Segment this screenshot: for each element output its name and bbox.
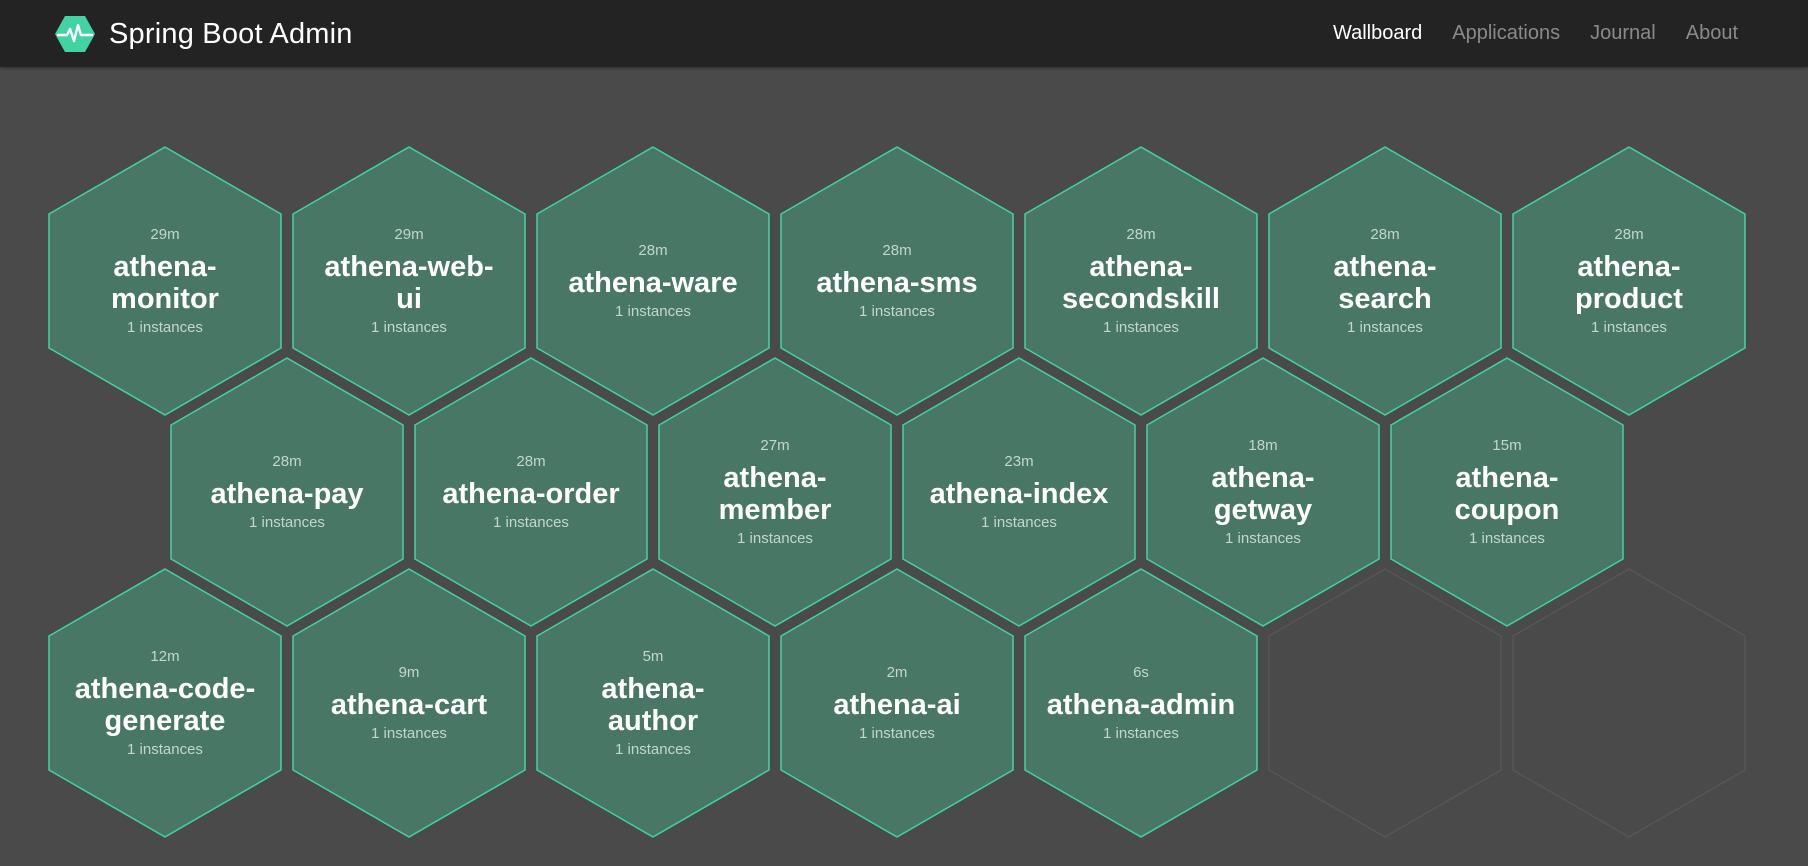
application-name: athena-ware — [568, 267, 738, 299]
application-instance-count: 1 instances — [981, 514, 1057, 531]
application-uptime: 28m — [1614, 226, 1644, 243]
application-name: athena-web-ui — [324, 251, 494, 315]
nav-link-applications[interactable]: Applications — [1452, 22, 1560, 45]
application-instance-count: 1 instances — [493, 514, 569, 531]
application-name: athena-order — [442, 478, 620, 510]
application-uptime: 28m — [1126, 226, 1156, 243]
application-name: athena-secondskill — [1062, 251, 1220, 315]
application-name: athena-product — [1575, 251, 1683, 315]
application-name: athena-sms — [816, 267, 978, 299]
application-tile[interactable]: 15m athena-coupon 1 instances — [1385, 358, 1629, 626]
application-instance-count: 1 instances — [1103, 725, 1179, 742]
nav-link-about[interactable]: About — [1686, 22, 1738, 45]
application-tile[interactable]: 9m athena-cart 1 instances — [287, 569, 531, 837]
application-name: athena-author — [601, 673, 705, 737]
application-name: athena-cart — [330, 689, 488, 721]
application-instance-count: 1 instances — [737, 530, 813, 547]
application-instance-count: 1 instances — [127, 319, 203, 336]
application-uptime: 5m — [642, 648, 664, 665]
application-instance-count: 1 instances — [371, 319, 447, 336]
application-uptime: 28m — [882, 242, 912, 259]
application-name: athena-member — [718, 462, 832, 526]
application-instance-count: 1 instances — [615, 741, 691, 758]
application-uptime: 28m — [1370, 226, 1400, 243]
application-instance-count: 1 instances — [1225, 530, 1301, 547]
heartbeat-hexagon-icon — [55, 16, 95, 52]
application-instance-count: 1 instances — [1591, 319, 1667, 336]
application-uptime: 29m — [150, 226, 180, 243]
application-instance-count: 1 instances — [249, 514, 325, 531]
application-instance-count: 1 instances — [1469, 530, 1545, 547]
application-instance-count: 1 instances — [1347, 319, 1423, 336]
nav-link-journal[interactable]: Journal — [1590, 22, 1656, 45]
application-uptime: 29m — [394, 226, 424, 243]
nav-links: Wallboard Applications Journal About — [1333, 0, 1738, 67]
application-uptime: 12m — [150, 648, 180, 665]
application-name: athena-code-generate — [74, 673, 256, 737]
application-uptime: 27m — [760, 437, 790, 454]
wallboard: 29m athena-monitor 1 instances 29m athena-we… — [0, 67, 1808, 866]
application-instance-count: 1 instances — [127, 741, 203, 758]
application-name: athena-index — [929, 478, 1109, 510]
application-uptime: 2m — [886, 664, 908, 681]
application-uptime: 23m — [1004, 453, 1034, 470]
application-uptime: 9m — [398, 664, 420, 681]
application-instance-count: 1 instances — [1103, 319, 1179, 336]
brand-home-link[interactable]: Spring Boot Admin — [55, 14, 353, 54]
application-name: athena-admin — [1046, 689, 1236, 721]
application-name: athena-monitor — [111, 251, 219, 315]
application-instance-count: 1 instances — [859, 725, 935, 742]
application-tile[interactable]: 5m athena-author 1 instances — [531, 569, 775, 837]
application-tile[interactable]: 12m athena-code-generate 1 instances — [43, 569, 287, 837]
application-instance-count: 1 instances — [615, 303, 691, 320]
application-instance-count: 1 instances — [859, 303, 935, 320]
navbar: Spring Boot Admin Wallboard Applications… — [0, 0, 1808, 67]
application-instance-count: 1 instances — [371, 725, 447, 742]
application-name: athena-search — [1333, 251, 1437, 315]
application-uptime: 28m — [516, 453, 546, 470]
application-tile[interactable]: 2m athena-ai 1 instances — [775, 569, 1019, 837]
application-uptime: 28m — [272, 453, 302, 470]
application-name: athena-coupon — [1454, 462, 1560, 526]
application-uptime: 6s — [1133, 664, 1149, 681]
application-tile[interactable]: 6s athena-admin 1 instances — [1019, 569, 1263, 837]
application-uptime: 15m — [1492, 437, 1522, 454]
application-name: athena-getway — [1211, 462, 1315, 526]
application-name: athena-pay — [210, 478, 364, 510]
brand-title: Spring Boot Admin — [109, 17, 353, 50]
nav-link-wallboard[interactable]: Wallboard — [1333, 22, 1422, 45]
application-name: athena-ai — [833, 689, 961, 721]
application-uptime: 28m — [638, 242, 668, 259]
application-uptime: 18m — [1248, 437, 1278, 454]
